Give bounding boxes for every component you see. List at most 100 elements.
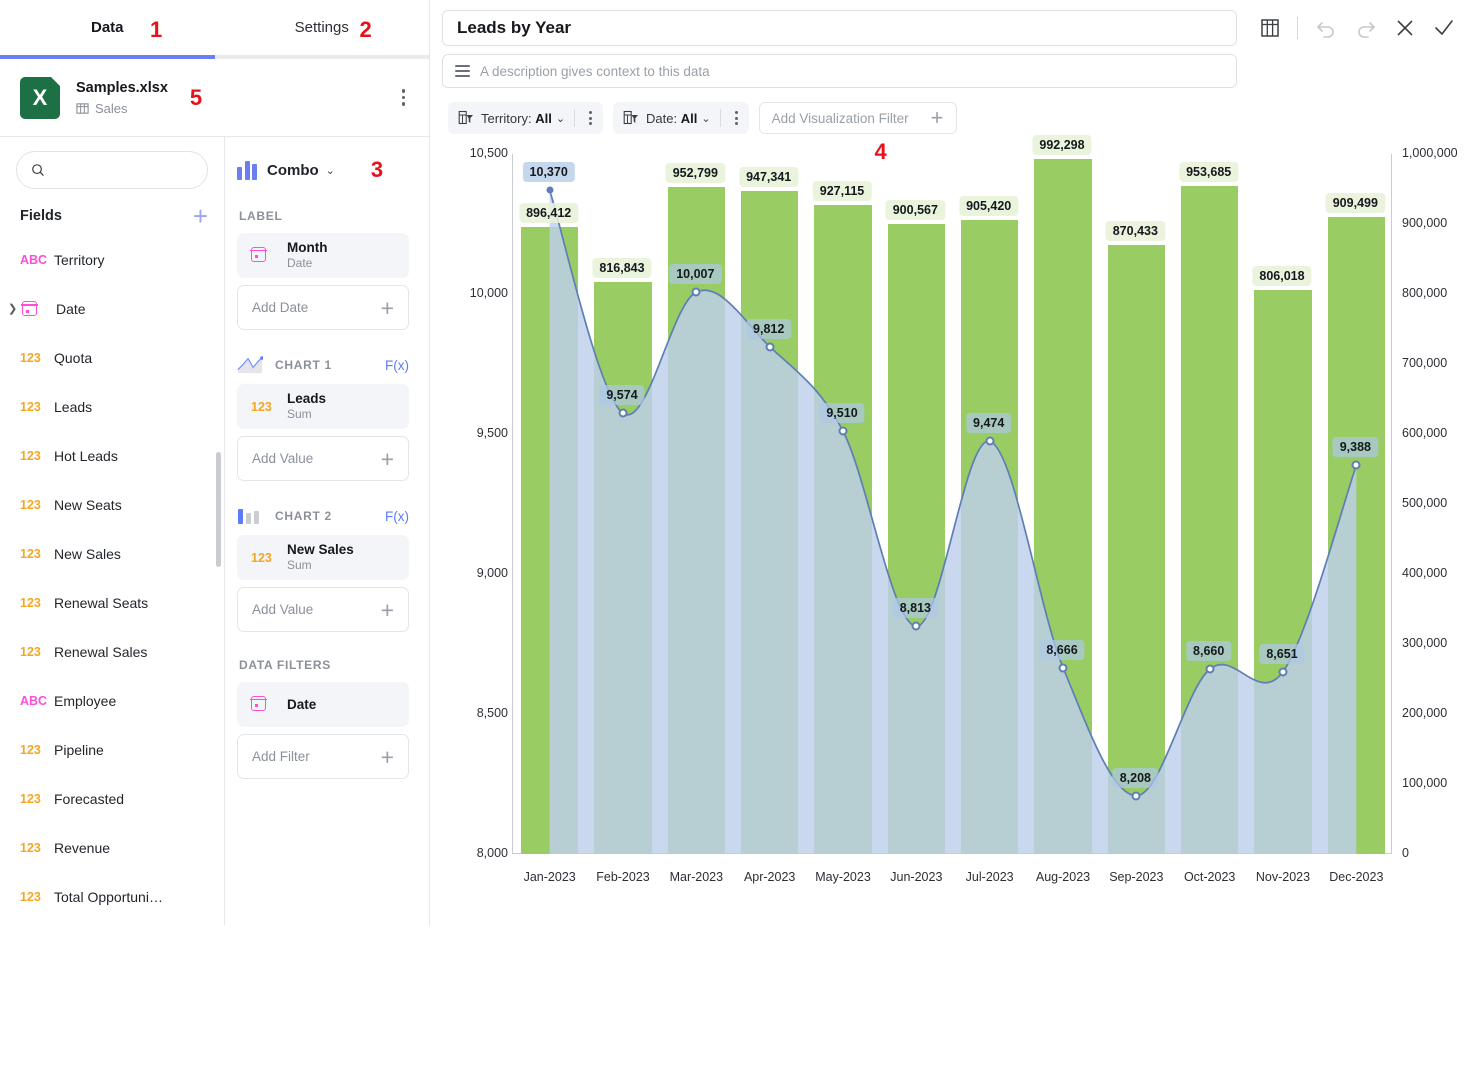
filter-chip-territory-label: Territory: [481, 110, 532, 126]
line-marker-May-2023[interactable] [838, 426, 848, 436]
search-wrapper [0, 137, 224, 189]
filter-chip-territory[interactable]: Territory: All ⌄ [448, 102, 604, 134]
datasource-row[interactable]: X Samples.xlsx Sales 5 [0, 59, 429, 137]
chart1-add-value-button[interactable]: Add Value + [237, 436, 409, 481]
field-item-new-seats[interactable]: 123 New Seats [0, 480, 224, 529]
fields-list: ABC Territory ❯ Date 123 Quota 123 Leads 123 Hot … [0, 233, 224, 925]
undo-icon[interactable] [1314, 16, 1338, 40]
tab-data[interactable]: Data 1 [0, 0, 215, 55]
field-item-hot-leads[interactable]: 123 Hot Leads [0, 431, 224, 480]
filter-icon [623, 110, 639, 125]
number-type-icon: 123 [20, 350, 41, 365]
line-marker-Jan-2023[interactable] [546, 186, 554, 194]
table-small-icon [76, 103, 89, 114]
add-visualization-filter-button[interactable]: Add Visualization Filter + [758, 102, 957, 134]
chevron-down-icon[interactable]: ⌄ [556, 112, 565, 125]
chart1-field-name: Leads [287, 391, 327, 406]
line-marker-Apr-2023[interactable] [765, 342, 775, 352]
chart2-add-value-button[interactable]: Add Value + [237, 587, 409, 632]
number-type-icon: 123 [20, 791, 41, 806]
filter-chip-date-label: Date: [646, 110, 678, 126]
field-item-label: Employee [54, 692, 117, 709]
fields-column: Fields + ABC Territory ❯ Date 123 Quota 123 Lea… [0, 137, 225, 925]
field-item-revenue[interactable]: 123 Revenue [0, 823, 224, 872]
app-root: Data 1 Settings 2 X Samples.xlsx Sales 5… [0, 0, 1484, 1070]
filter-chip-territory-value: All [535, 110, 552, 126]
chart2-field-name: New Sales [287, 542, 354, 557]
data-filters-title: DATA FILTERS [239, 658, 331, 672]
label-field-month[interactable]: Month Date [237, 233, 409, 278]
filter-chip-date[interactable]: Date: All ⌄ [613, 102, 749, 134]
table-icon[interactable] [1259, 17, 1281, 39]
line-label-Jun-2023: 8,813 [892, 598, 938, 619]
datasource-menu-icon[interactable] [396, 83, 412, 112]
search-input[interactable] [52, 161, 193, 179]
line-label-Jan-2023: 10,370 [522, 162, 575, 183]
number-type-icon: 123 [20, 840, 41, 855]
label-field-text: Month Date [287, 240, 327, 271]
chart2-field-new-sales[interactable]: 123 New Sales Sum [237, 535, 409, 580]
field-item-territory[interactable]: ABC Territory [0, 235, 224, 284]
line-marker-Jun-2023[interactable] [911, 621, 921, 631]
config-column: Combo ⌄ 3 LABEL Month Date Add Date + CH… [225, 137, 429, 925]
add-date-button[interactable]: Add Date + [237, 285, 409, 330]
chart2-add-value-label: Add Value [252, 602, 314, 617]
field-item-renewal-sales[interactable]: 123 Renewal Sales [0, 627, 224, 676]
filter-chip-territory-menu-icon[interactable] [584, 107, 597, 129]
field-item-pipeline[interactable]: 123 Pipeline [0, 725, 224, 774]
confirm-icon[interactable] [1432, 16, 1456, 40]
bar-label-Dec-2023: 909,499 [1325, 193, 1385, 214]
line-marker-Feb-2023[interactable] [618, 408, 628, 418]
bar-label-Mar-2023: 952,799 [665, 163, 725, 184]
chevron-down-icon[interactable]: ⌄ [701, 112, 710, 125]
fields-scrollbar-thumb[interactable] [216, 452, 221, 567]
bar-label-Jan-2023: 896,412 [519, 202, 579, 223]
field-item-leads[interactable]: 123 Leads [0, 382, 224, 431]
field-item-total-opportuni[interactable]: 123 Total Opportuni… [0, 872, 224, 921]
field-item-employee[interactable]: ABC Employee [0, 676, 224, 725]
y-axis-right-tick: 1,000,000 [1402, 146, 1458, 160]
field-item-quota[interactable]: 123 Quota [0, 333, 224, 382]
datasource-filename: Samples.xlsx [76, 80, 168, 96]
calendar-icon [250, 246, 275, 265]
field-item-new-sales[interactable]: 123 New Sales [0, 529, 224, 578]
fields-title: Fields [20, 208, 62, 224]
line-marker-Mar-2023[interactable] [691, 287, 701, 297]
line-marker-Aug-2023[interactable] [1058, 663, 1068, 673]
line-label-Nov-2023: 8,651 [1259, 643, 1305, 664]
add-field-plus-icon[interactable]: + [193, 203, 208, 229]
number-type-icon: 123 [20, 889, 41, 904]
add-filter-label: Add Filter [252, 749, 310, 764]
field-item-label: New Seats [54, 496, 122, 513]
line-marker-Oct-2023[interactable] [1205, 664, 1215, 674]
redo-icon[interactable] [1354, 16, 1378, 40]
field-item-forecasted[interactable]: 123 Forecasted [0, 774, 224, 823]
search-box[interactable] [16, 151, 208, 189]
chart2-fx-button[interactable]: F(x) [385, 509, 409, 524]
line-marker-Jul-2023[interactable] [985, 436, 995, 446]
chart1-fx-button[interactable]: F(x) [385, 358, 409, 373]
line-marker-Nov-2023[interactable] [1278, 667, 1288, 677]
line-marker-Dec-2023[interactable] [1351, 460, 1361, 470]
chart2-title: CHART 2 [275, 509, 332, 523]
visualization-title-input[interactable]: Leads by Year [442, 10, 1237, 46]
chart-type-selector[interactable]: Combo ⌄ 3 [237, 153, 409, 187]
expand-caret-icon[interactable]: ❯ [8, 302, 20, 315]
field-item-label: Date [56, 300, 86, 317]
filter-chip-date-menu-icon[interactable] [730, 107, 743, 129]
x-axis-tick-Dec-2023: Dec-2023 [1329, 870, 1384, 884]
tab-settings[interactable]: Settings 2 [215, 0, 430, 55]
line-marker-Sep-2023[interactable] [1131, 791, 1141, 801]
add-filter-button[interactable]: Add Filter + [237, 734, 409, 779]
chart1-field-leads[interactable]: 123 Leads Sum [237, 384, 409, 429]
y-axis-left-tick: 10,000 [469, 286, 508, 300]
close-icon[interactable] [1394, 17, 1416, 39]
visualization-description-input[interactable]: A description gives context to this data [442, 54, 1237, 88]
annotation-badge-1: 1 [150, 17, 163, 42]
chart2-field-type: 123 [251, 550, 272, 565]
field-item-renewal-seats[interactable]: 123 Renewal Seats [0, 578, 224, 627]
chart1-title: CHART 1 [275, 358, 332, 372]
data-filter-date[interactable]: Date [237, 682, 409, 727]
chip-divider [719, 109, 721, 127]
field-item-date[interactable]: ❯ Date [0, 284, 224, 333]
